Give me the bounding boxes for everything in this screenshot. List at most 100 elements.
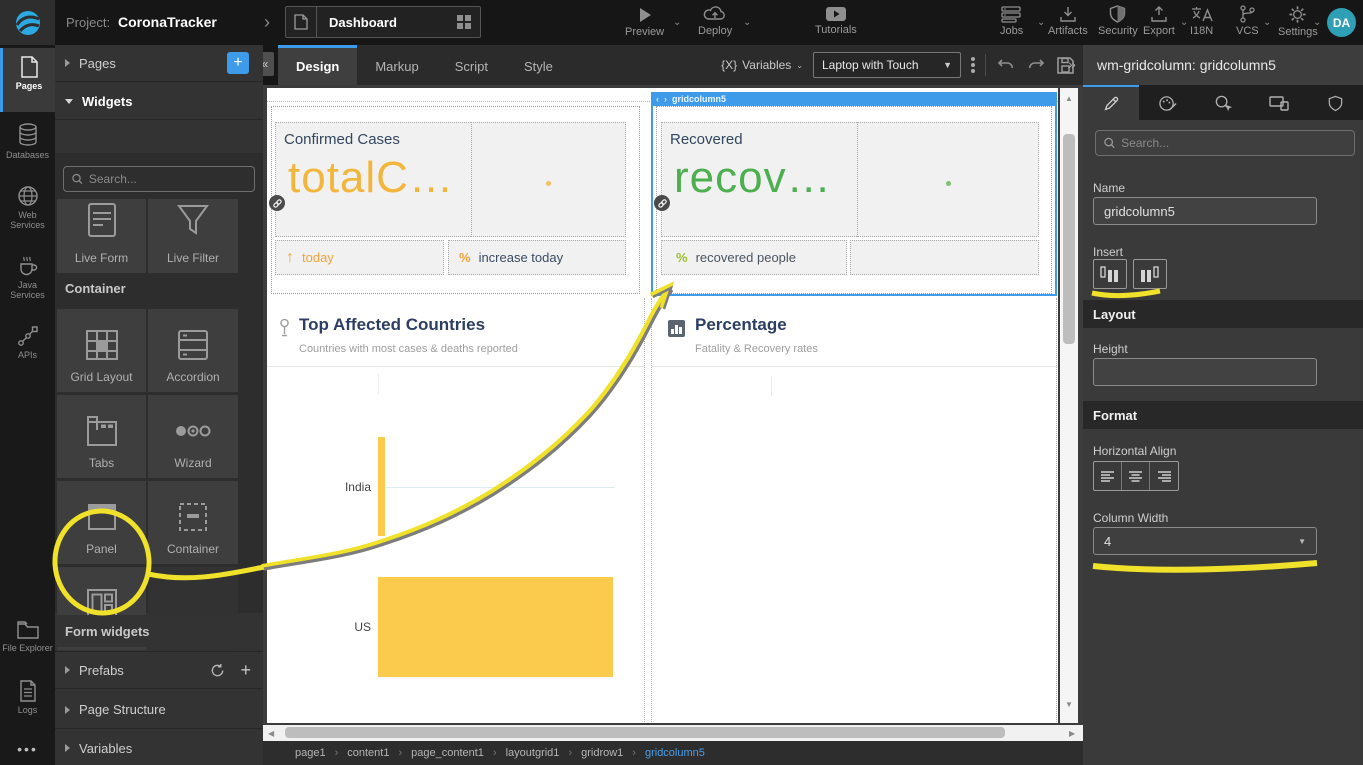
scroll-down-icon[interactable]: ▼ [1065,700,1073,709]
settings-chevron-icon[interactable]: ⌄ [1313,17,1321,28]
widget-search[interactable] [63,166,255,192]
format-section-header[interactable]: Format [1083,401,1363,429]
rail-item-web-services[interactable]: Web Services [0,177,55,243]
bind-icon[interactable] [654,195,670,211]
top-affected-card[interactable]: Top Affected Countries Countries with mo… [267,298,645,722]
breadcrumb-item-current[interactable]: gridcolumn5 [645,747,705,759]
confirmed-stat-increase[interactable]: % increase today [448,240,626,275]
export-chevron-icon[interactable]: ⌄ [1180,17,1188,28]
deploy-button[interactable]: Deploy [698,5,732,37]
breadcrumb-item[interactable]: layoutgrid1 [506,747,560,759]
bar-us[interactable] [378,577,613,677]
prefabs-header[interactable]: Prefabs + [55,651,263,689]
vcs-button[interactable]: VCS [1236,5,1259,37]
tab-script[interactable]: Script [437,45,506,85]
export-button[interactable]: Export [1143,6,1175,37]
scroll-right-icon[interactable]: ▶ [1069,729,1075,738]
chevron-right-icon[interactable]: › [264,12,270,33]
undo-button[interactable] [996,55,1016,75]
jobs-chevron-icon[interactable]: ⌄ [1037,17,1045,28]
page-tab-dashboard[interactable]: Dashboard [285,6,481,38]
jobs-button[interactable]: Jobs [1000,6,1023,37]
deploy-chevron-icon[interactable]: ⌄ [743,17,751,28]
security-button[interactable]: Security [1098,5,1138,37]
more-options-button[interactable] [971,55,975,75]
vcs-chevron-icon[interactable]: ⌄ [1263,17,1271,28]
widget-tabs[interactable]: Tabs [57,395,146,478]
properties-search[interactable] [1095,130,1355,156]
expand-panel-button[interactable]: » [1068,56,1076,72]
tab-devices[interactable] [1251,85,1307,120]
confirmed-main-cell[interactable]: Confirmed Cases totalC… [275,122,471,237]
tab-style[interactable]: Style [506,45,571,85]
breadcrumb-item[interactable]: page_content1 [411,747,484,759]
tab-security[interactable] [1307,85,1363,120]
bind-icon[interactable] [269,195,285,211]
tutorials-button[interactable]: Tutorials [815,6,857,36]
add-prefab-button[interactable]: + [240,660,251,681]
scroll-left-icon[interactable]: ◀ [268,729,274,738]
bar-india[interactable] [378,437,385,536]
recovered-main-cell[interactable]: Recovered recov… [661,122,857,237]
rail-item-pages[interactable]: Pages [0,48,55,112]
app-logo[interactable] [0,0,55,45]
i18n-button[interactable]: I18N [1190,5,1213,37]
widget-container[interactable]: Container [148,481,238,564]
recovered-spark-cell[interactable] [857,122,1039,237]
page-preview[interactable]: ‹ › gridcolumn5 Confirmed Cases totalC… [267,88,1058,723]
confirmed-spark-cell[interactable] [471,122,626,237]
rail-item-file-explorer[interactable]: File Explorer [0,612,55,670]
column-width-select[interactable]: 4 ▼ [1093,527,1317,555]
widget-live-filter[interactable]: Live Filter [148,199,238,273]
confirmed-stat-today[interactable]: ↑ today [275,240,444,275]
insert-column-right-button[interactable] [1133,259,1167,289]
breadcrumb-item[interactable]: content1 [347,747,389,759]
align-center-button[interactable] [1122,462,1150,490]
rail-more-button[interactable]: ••• [0,733,55,761]
horizontal-scroll-thumb[interactable] [285,727,1005,738]
dashboard-grid-icon[interactable] [456,14,480,30]
pages-panel-header[interactable]: Pages + [55,45,263,82]
refresh-icon[interactable] [210,663,225,678]
add-page-button[interactable]: + [227,52,249,74]
artifacts-button[interactable]: Artifacts [1048,6,1088,37]
rail-item-databases[interactable]: Databases [0,115,55,173]
widget-grid-layout[interactable]: Grid Layout [57,309,146,392]
nav-next-icon[interactable]: › [664,94,667,104]
tab-markup[interactable]: Markup [357,45,436,85]
breadcrumb-item[interactable]: gridrow1 [581,747,623,759]
widget-panel[interactable]: Panel [57,481,146,564]
rail-item-java-services[interactable]: Java Services [0,247,55,313]
widget-live-form[interactable]: Live Form [57,199,146,273]
align-right-button[interactable] [1150,462,1178,490]
tab-properties[interactable] [1083,85,1139,120]
preview-chevron-icon[interactable]: ⌄ [673,17,681,28]
confirmed-cases-tile[interactable]: Confirmed Cases totalC… ↑ today % increa… [271,106,640,294]
widget-accordion[interactable]: Accordion [148,309,238,392]
name-input[interactable] [1093,197,1317,225]
height-input[interactable] [1093,358,1317,386]
tab-styles[interactable] [1139,85,1195,120]
rail-item-apis[interactable]: APIs [0,317,55,375]
page-structure-header[interactable]: Page Structure [55,691,263,729]
nav-prev-icon[interactable]: ‹ [656,94,659,104]
rail-item-logs[interactable]: Logs [0,672,55,727]
tab-design[interactable]: Design [278,45,357,85]
recovered-stat-empty[interactable] [850,240,1039,275]
variables-header[interactable]: Variables [55,731,263,765]
vertical-scrollbar[interactable]: ▲ ▼ [1060,88,1078,723]
redo-button[interactable] [1026,55,1046,75]
scroll-up-icon[interactable]: ▲ [1065,94,1073,103]
variables-button[interactable]: {X} Variables ⌄ [721,58,803,72]
horizontal-scrollbar[interactable]: ◀ ▶ [263,725,1083,741]
settings-button[interactable]: Settings [1278,5,1318,38]
recovered-stat[interactable]: % recovered people [661,240,847,275]
align-left-button[interactable] [1094,462,1122,490]
device-selector[interactable]: Laptop with Touch ▼ [813,52,961,78]
preview-button[interactable]: Preview [625,6,664,38]
insert-column-left-button[interactable] [1093,259,1127,289]
widget-wizard[interactable]: Wizard [148,395,238,478]
recovered-tile[interactable]: Recovered recov… % recovered people [656,106,1052,294]
breadcrumb-item[interactable]: page1 [295,747,326,759]
layout-section-header[interactable]: Layout [1083,300,1363,328]
